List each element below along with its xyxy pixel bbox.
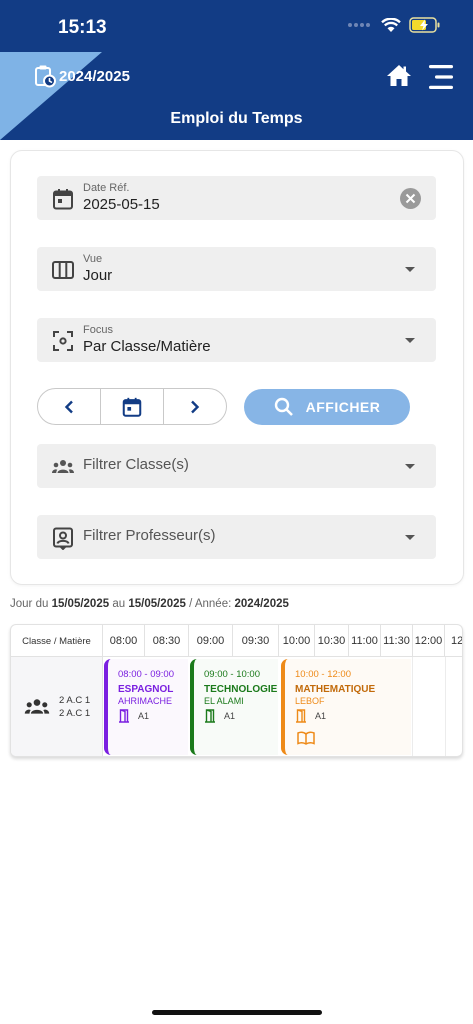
contact-icon: [53, 527, 73, 550]
time-header: 12:: [451, 635, 463, 647]
door-icon: [296, 709, 306, 723]
previous-button[interactable]: [38, 389, 101, 424]
event-teacher: AHRIMACHE: [118, 696, 173, 706]
wifi-icon: [381, 17, 401, 32]
group-icon: [52, 460, 74, 473]
chevron-left-icon: [64, 400, 73, 413]
calendar-icon: [122, 397, 142, 417]
event-room-label: A1: [138, 711, 150, 721]
range-to-word: au: [112, 598, 126, 610]
focus-select[interactable]: Focus Par Classe/Matière: [37, 318, 436, 362]
time-header: 12:00: [413, 625, 445, 657]
timetable: Classe / Matière 08:00 08:30 09:00 09:30…: [10, 624, 463, 757]
date-range-summary: Jour du 15/05/2025 au 15/05/2025 / Année…: [10, 598, 289, 610]
page-title: Emploi du Temps: [170, 110, 303, 127]
class-name: 2 A.C 1: [59, 695, 91, 706]
view-select-label: Vue: [83, 253, 103, 265]
chevron-down-icon: [405, 464, 415, 469]
range-year: 2024/2025: [234, 598, 289, 610]
event-subject: ESPAGNOL: [118, 684, 174, 695]
range-from: 15/05/2025: [51, 598, 110, 610]
time-header: 09:00: [189, 625, 233, 657]
time-header: 11:30: [381, 625, 413, 657]
event-time: 08:00 - 09:00: [118, 669, 174, 680]
menu-icon[interactable]: [427, 63, 455, 91]
chevron-down-icon: [405, 338, 415, 343]
event-subject: MATHEMATIQUE: [295, 684, 376, 695]
app-header: 15:13 2024/2025 Emploi du Temps: [0, 0, 473, 140]
time-header: 08:00: [103, 625, 145, 657]
time-header: 10:00: [279, 625, 315, 657]
event-room: A1: [295, 709, 326, 723]
home-indicator: [152, 1010, 322, 1015]
view-select[interactable]: Vue Jour: [37, 247, 436, 291]
timetable-row: 2 A.C 1 2 A.C 1 08:00 - 09:00 ESPAGNOL A…: [11, 657, 462, 756]
view-select-value: Jour: [83, 267, 113, 284]
event-room-label: A1: [224, 711, 236, 721]
door-icon: [205, 709, 215, 723]
center-focus-icon: [53, 331, 73, 351]
columns-icon: [52, 261, 74, 279]
book-icon: [297, 731, 315, 745]
time-header: 09:30: [233, 625, 279, 657]
search-button[interactable]: AFFICHER: [244, 389, 410, 425]
focus-select-label: Focus: [83, 324, 113, 336]
door-icon: [119, 709, 129, 723]
next-button[interactable]: [164, 389, 226, 424]
signal-icon: [348, 23, 370, 27]
date-field-label: Date Réf.: [83, 182, 130, 194]
timetable-event[interactable]: 09:00 - 10:00 TECHNOLOGIE EL ALAMI A1: [190, 659, 278, 755]
event-room: A1: [118, 709, 149, 723]
event-subject: TECHNOLOGIE: [204, 684, 278, 695]
home-icon[interactable]: [386, 64, 412, 87]
time-header: 08:30: [145, 625, 189, 657]
grid-line: [445, 657, 446, 756]
calendar-clipboard-icon: [35, 65, 56, 88]
time-header: 11:00: [349, 625, 381, 657]
time-header: 10:30: [315, 625, 349, 657]
event-teacher: EL ALAMI: [204, 696, 244, 706]
timetable-event[interactable]: 10:00 - 12:00 MATHEMATIQUE LEBOF A1: [281, 659, 411, 755]
teacher-filter-placeholder: Filtrer Professeur(s): [83, 527, 216, 544]
range-year-prefix: / Année:: [189, 598, 232, 610]
status-time: 15:13: [58, 17, 107, 38]
school-year-label: 2024/2025: [59, 67, 130, 85]
clear-icon[interactable]: [400, 188, 421, 209]
chevron-down-icon: [405, 535, 415, 540]
status-icons: [347, 17, 441, 33]
event-teacher: LEBOF: [295, 696, 325, 706]
timetable-event[interactable]: 08:00 - 09:00 ESPAGNOL AHRIMACHE A1: [104, 659, 188, 755]
class-name: 2 A.C 1: [59, 708, 91, 719]
class-filter-select[interactable]: Filtrer Classe(s): [37, 444, 436, 488]
event-room: A1: [204, 709, 235, 723]
search-button-label: AFFICHER: [305, 399, 381, 415]
search-icon: [274, 397, 293, 416]
timetable-first-header: Classe / Matière: [11, 625, 103, 657]
timetable-header: Classe / Matière 08:00 08:30 09:00 09:30…: [11, 625, 462, 657]
event-room-label: A1: [315, 711, 327, 721]
date-navigation: [37, 388, 227, 425]
group-icon: [24, 699, 50, 714]
date-field[interactable]: Date Réf. 2025-05-15: [37, 176, 436, 220]
range-prefix: Jour du: [10, 598, 49, 610]
class-filter-placeholder: Filtrer Classe(s): [83, 456, 189, 473]
event-time: 10:00 - 12:00: [295, 669, 351, 680]
grid-line: [412, 657, 413, 756]
school-year-selector[interactable]: 2024/2025: [34, 64, 130, 88]
date-field-value: 2025-05-15: [83, 196, 160, 213]
teacher-filter-select[interactable]: Filtrer Professeur(s): [37, 515, 436, 559]
calendar-picker-button[interactable]: [101, 389, 164, 424]
chevron-right-icon: [191, 400, 200, 413]
range-to: 15/05/2025: [128, 598, 186, 610]
chevron-down-icon: [405, 267, 415, 272]
calendar-icon: [53, 189, 73, 210]
class-row-label: 2 A.C 1 2 A.C 1: [11, 657, 103, 756]
focus-select-value: Par Classe/Matière: [83, 338, 211, 355]
battery-icon: [409, 17, 440, 33]
event-time: 09:00 - 10:00: [204, 669, 260, 680]
